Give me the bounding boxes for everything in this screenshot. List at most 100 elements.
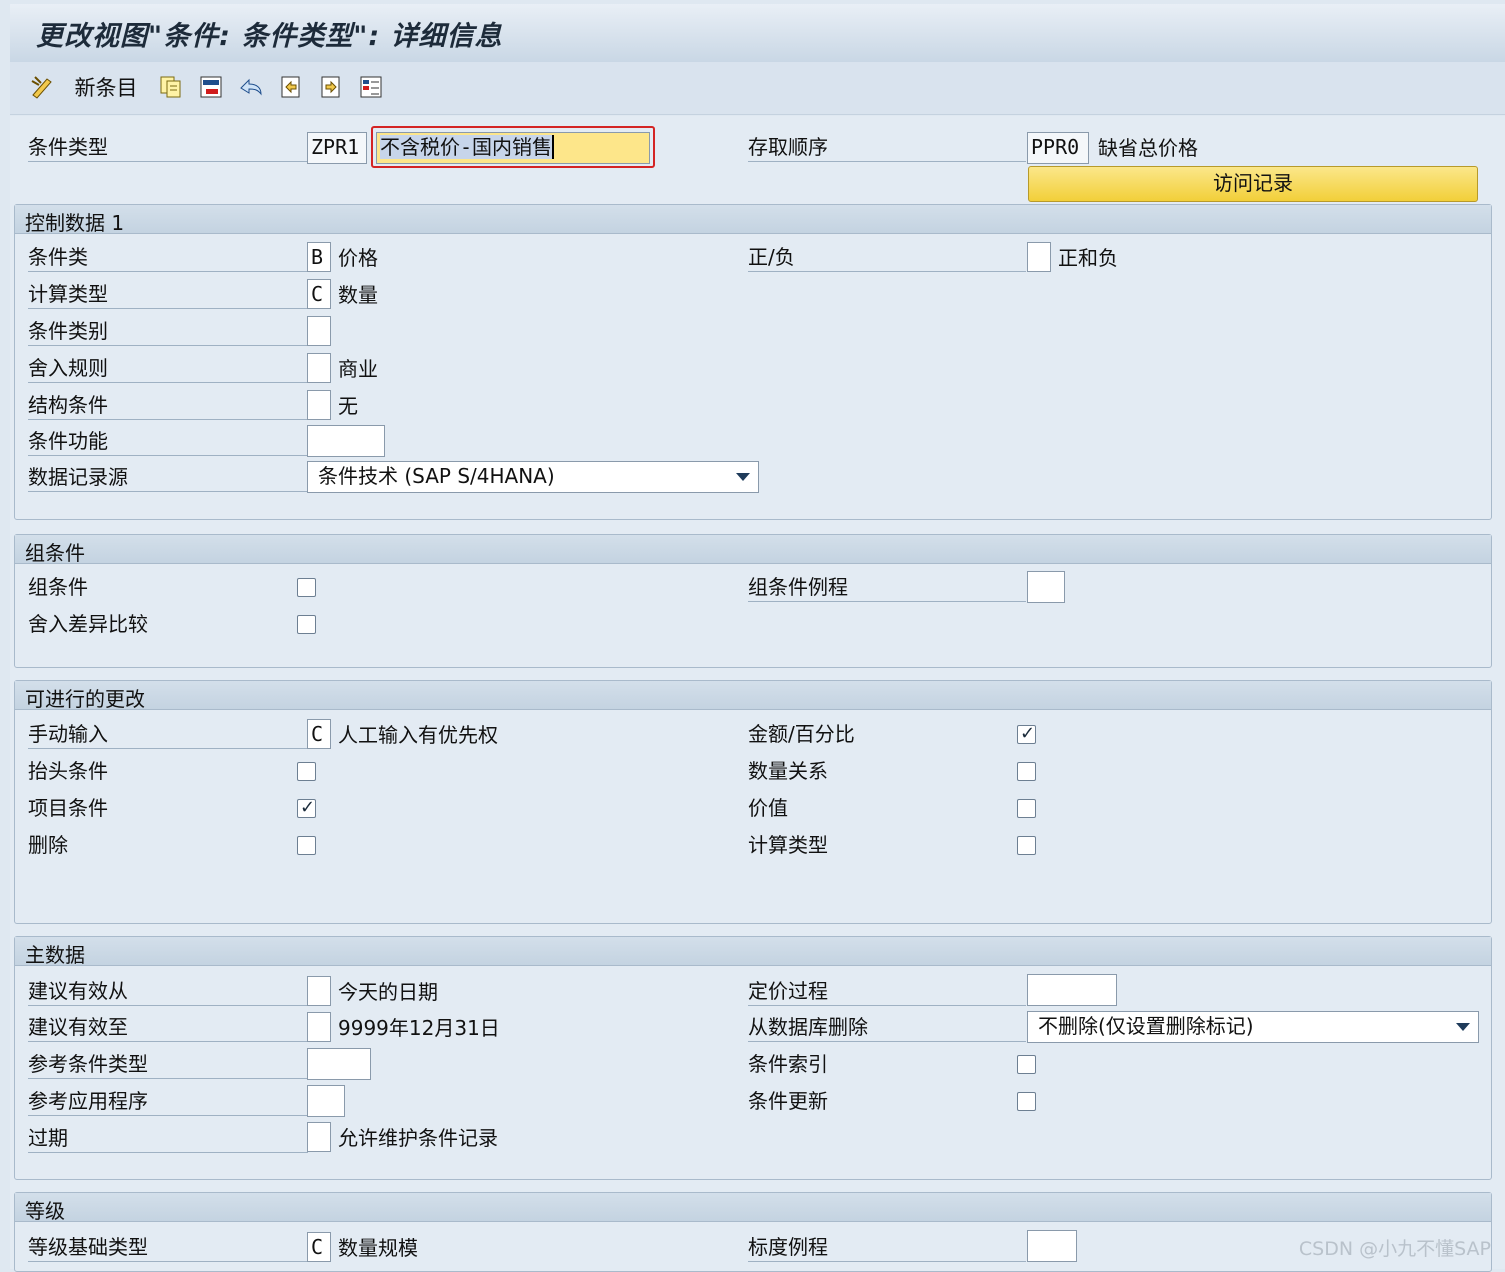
valid-to-field[interactable] bbox=[307, 1012, 331, 1042]
condition-update-checkbox[interactable] bbox=[1017, 1092, 1036, 1111]
scales-header: 等级 bbox=[15, 1193, 1491, 1223]
checkmark-icon: ✓ bbox=[300, 797, 316, 818]
amount-percent-label: 金额/百分比 bbox=[748, 722, 855, 746]
plus-minus-text: 正和负 bbox=[1058, 246, 1118, 270]
delete-from-db-dropdown[interactable]: 不删除(仅设置删除标记) bbox=[1027, 1011, 1479, 1043]
condition-type-label: 条件类型 bbox=[28, 136, 308, 162]
rounding-diff-checkbox[interactable] bbox=[297, 615, 316, 634]
calc-type-change-checkbox[interactable] bbox=[1017, 836, 1036, 855]
control-data-title: 控制数据 1 bbox=[25, 211, 125, 235]
copy-icon[interactable] bbox=[156, 72, 186, 102]
valid-to-text: 9999年12月31日 bbox=[338, 1016, 500, 1040]
rounding-rule-label: 舍入规则 bbox=[28, 357, 308, 383]
calc-type-change-label: 计算类型 bbox=[748, 833, 828, 857]
structure-condition-field[interactable] bbox=[307, 390, 331, 420]
group-condition-header: 组条件 bbox=[15, 535, 1491, 565]
delete-label: 删除 bbox=[28, 833, 68, 857]
control-data-header: 控制数据 1 bbox=[15, 205, 1491, 235]
scale-base-type-field[interactable]: C bbox=[307, 1232, 331, 1262]
changes-title: 可进行的更改 bbox=[25, 687, 145, 711]
scale-routine-label: 标度例程 bbox=[748, 1236, 1026, 1262]
master-data-title: 主数据 bbox=[25, 943, 85, 967]
valid-to-label: 建议有效至 bbox=[28, 1016, 308, 1042]
access-sequence-label: 存取顺序 bbox=[748, 136, 1026, 162]
ref-application-label: 参考应用程序 bbox=[28, 1090, 308, 1116]
ref-condition-type-field[interactable] bbox=[307, 1048, 371, 1080]
select-all-icon[interactable] bbox=[356, 72, 386, 102]
chevron-down-icon[interactable] bbox=[1456, 1023, 1470, 1031]
calculation-type-field[interactable]: C bbox=[307, 279, 331, 309]
delete-from-db-value: 不删除(仅设置删除标记) bbox=[1038, 1014, 1254, 1038]
condition-type-code-field[interactable]: ZPR1 bbox=[307, 132, 367, 164]
condition-type-desc-text: 不含税价-国内销售 bbox=[380, 135, 553, 159]
undo-icon[interactable] bbox=[236, 72, 266, 102]
condition-category-field[interactable] bbox=[307, 316, 331, 346]
structure-condition-label: 结构条件 bbox=[28, 394, 308, 420]
quantity-relation-checkbox[interactable] bbox=[1017, 762, 1036, 781]
pricing-procedure-label: 定价过程 bbox=[748, 980, 1026, 1006]
condition-index-label: 条件索引 bbox=[748, 1052, 828, 1076]
checkmark-icon: ✓ bbox=[1020, 723, 1036, 744]
group-condition-label: 组条件 bbox=[28, 575, 88, 599]
condition-class-field[interactable]: B bbox=[307, 242, 331, 272]
new-entries-button[interactable]: 新条目 bbox=[74, 72, 138, 102]
group-routine-label: 组条件例程 bbox=[748, 576, 1026, 602]
structure-condition-text: 无 bbox=[338, 394, 358, 418]
manual-entries-field[interactable]: C bbox=[307, 719, 331, 749]
valid-from-text: 今天的日期 bbox=[338, 980, 438, 1004]
data-source-dropdown[interactable]: 条件技术 (SAP S/4HANA) bbox=[307, 461, 759, 493]
plus-minus-field[interactable] bbox=[1027, 242, 1051, 272]
text-cursor bbox=[552, 135, 555, 159]
new-entries-label: 新条目 bbox=[74, 76, 138, 100]
condition-update-label: 条件更新 bbox=[748, 1089, 828, 1113]
manual-entries-label: 手动输入 bbox=[28, 723, 308, 749]
pricing-procedure-field[interactable] bbox=[1027, 974, 1117, 1006]
plus-minus-label: 正/负 bbox=[748, 246, 1026, 272]
amount-percent-checkbox[interactable]: ✓ bbox=[1017, 723, 1036, 744]
delete-checkbox[interactable] bbox=[297, 836, 316, 855]
condition-category-label: 条件类别 bbox=[28, 320, 308, 346]
data-source-value: 条件技术 (SAP S/4HANA) bbox=[318, 464, 555, 488]
manual-entries-text: 人工输入有优先权 bbox=[338, 723, 498, 747]
display-change-icon[interactable] bbox=[28, 72, 58, 102]
condition-index-checkbox[interactable] bbox=[1017, 1055, 1036, 1074]
expired-label: 过期 bbox=[28, 1127, 308, 1153]
rounding-rule-field[interactable] bbox=[307, 353, 331, 383]
delete-icon[interactable] bbox=[196, 72, 226, 102]
toolbar: 新条目 bbox=[10, 62, 1505, 115]
group-routine-field[interactable] bbox=[1027, 571, 1065, 603]
condition-function-label: 条件功能 bbox=[28, 430, 308, 456]
title-bar: 更改视图"条件: 条件类型": 详细信息 bbox=[10, 4, 1505, 63]
rounding-diff-label: 舍入差异比较 bbox=[28, 612, 148, 636]
header-condition-checkbox[interactable] bbox=[297, 762, 316, 781]
value-checkbox[interactable] bbox=[1017, 799, 1036, 818]
next-entry-icon[interactable] bbox=[316, 72, 346, 102]
header-condition-label: 抬头条件 bbox=[28, 759, 108, 783]
changes-header: 可进行的更改 bbox=[15, 681, 1491, 711]
condition-class-label: 条件类 bbox=[28, 246, 308, 272]
scale-routine-field[interactable] bbox=[1027, 1230, 1077, 1262]
expired-field[interactable] bbox=[307, 1122, 331, 1152]
records-for-access-button[interactable]: 访问记录 bbox=[1028, 166, 1478, 202]
ref-condition-type-label: 参考条件类型 bbox=[28, 1053, 308, 1079]
condition-type-desc-field[interactable]: 不含税价-国内销售 bbox=[376, 132, 650, 164]
ref-application-field[interactable] bbox=[307, 1085, 345, 1117]
window-title: 更改视图"条件: 条件类型": 详细信息 bbox=[36, 21, 503, 52]
expired-text: 允许维护条件记录 bbox=[338, 1126, 498, 1150]
item-condition-checkbox[interactable]: ✓ bbox=[297, 797, 316, 818]
group-condition-title: 组条件 bbox=[25, 541, 85, 565]
value-label: 价值 bbox=[748, 796, 788, 820]
access-sequence-desc: 缺省总价格 bbox=[1098, 136, 1198, 160]
condition-function-field[interactable] bbox=[307, 425, 385, 457]
previous-entry-icon[interactable] bbox=[276, 72, 306, 102]
delete-from-db-label: 从数据库删除 bbox=[748, 1016, 1026, 1042]
calculation-type-label: 计算类型 bbox=[28, 283, 308, 309]
quantity-relation-label: 数量关系 bbox=[748, 759, 828, 783]
access-sequence-field[interactable]: PPR0 bbox=[1027, 132, 1089, 164]
calculation-type-text: 数量 bbox=[338, 283, 378, 307]
rounding-rule-text: 商业 bbox=[338, 357, 378, 381]
valid-from-field[interactable] bbox=[307, 976, 331, 1006]
data-source-label: 数据记录源 bbox=[28, 466, 308, 492]
chevron-down-icon[interactable] bbox=[736, 473, 750, 481]
group-condition-checkbox[interactable] bbox=[297, 578, 316, 597]
